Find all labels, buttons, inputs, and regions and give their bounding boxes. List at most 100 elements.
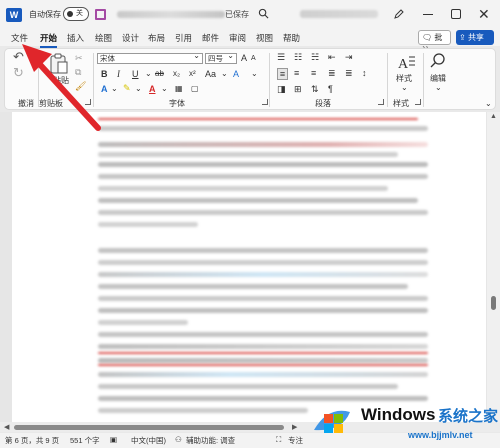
proofing-icon[interactable]: ▣: [110, 435, 117, 444]
font-color-button[interactable]: A: [149, 84, 156, 94]
copy-icon[interactable]: ⧉: [75, 67, 81, 77]
word-count[interactable]: 551 个字: [70, 435, 100, 446]
scroll-left-icon[interactable]: ◀: [4, 423, 9, 431]
paragraph-launcher-icon[interactable]: [378, 99, 384, 105]
strikethrough-button[interactable]: ab: [155, 69, 164, 79]
shading-icon[interactable]: ◨: [277, 84, 286, 94]
shrink-font-icon[interactable]: A: [251, 54, 256, 64]
text-line: [98, 152, 398, 157]
text-line: [98, 174, 428, 179]
tab-help[interactable]: 帮助: [283, 32, 300, 44]
numbering-icon[interactable]: ☷: [294, 52, 302, 62]
dropdown-chevron-icon[interactable]: ⌄: [161, 84, 168, 94]
multilevel-list-icon[interactable]: ☵: [311, 52, 319, 62]
clipboard-launcher-icon[interactable]: [85, 99, 91, 105]
text-line: [98, 344, 428, 349]
document-page[interactable]: [12, 112, 486, 422]
pen-icon[interactable]: [393, 8, 405, 20]
grow-font-icon[interactable]: A: [241, 53, 247, 63]
justify-icon[interactable]: ≣: [328, 68, 336, 78]
text-effects-button[interactable]: A: [101, 84, 108, 94]
tab-review[interactable]: 审阅: [229, 32, 246, 44]
tab-references[interactable]: 引用: [175, 32, 192, 44]
sort-icon[interactable]: ⇅: [311, 84, 319, 94]
undo-icon[interactable]: ↶: [13, 50, 24, 63]
text-line: [98, 198, 418, 203]
vertical-scroll-thumb[interactable]: [491, 296, 496, 310]
italic-button[interactable]: I: [117, 69, 120, 79]
maximize-icon[interactable]: [451, 9, 461, 19]
character-border-icon[interactable]: ▢: [191, 84, 199, 94]
dropdown-chevron-icon[interactable]: ⌄: [135, 84, 142, 94]
subscript-button[interactable]: x₂: [173, 69, 180, 79]
styles-icon[interactable]: A: [396, 53, 416, 73]
cut-icon[interactable]: ✂: [75, 53, 83, 63]
text-line: [98, 248, 428, 253]
clear-format-icon[interactable]: A: [233, 69, 239, 79]
text-line: [98, 372, 428, 377]
focus-mode[interactable]: 专注: [288, 435, 303, 446]
dropdown-chevron-icon[interactable]: ⌄: [221, 69, 228, 79]
text-line: [98, 384, 398, 389]
align-right-icon[interactable]: ≡: [311, 68, 316, 78]
tab-view[interactable]: 视图: [256, 32, 273, 44]
tab-file[interactable]: 文件: [11, 32, 28, 44]
tab-mailings[interactable]: 邮件: [202, 32, 219, 44]
align-left-icon[interactable]: ≡: [277, 68, 288, 80]
tab-insert[interactable]: 插入: [67, 32, 84, 44]
svg-text:A: A: [398, 57, 409, 72]
font-launcher-icon[interactable]: [262, 99, 268, 105]
accessibility-status[interactable]: 辅助功能: 调查: [186, 435, 235, 446]
dropdown-chevron-icon[interactable]: ⌄: [435, 83, 442, 93]
superscript-button[interactable]: x²: [189, 69, 196, 79]
dropdown-chevron-icon[interactable]: ⌄: [401, 83, 408, 93]
font-size-select[interactable]: 四号: [205, 51, 237, 64]
styles-launcher-icon[interactable]: [415, 99, 421, 105]
comment-button[interactable]: 🗨 批注: [418, 30, 451, 55]
page-count[interactable]: 第 6 页，共 9 页: [5, 435, 59, 446]
clipboard-group-label: 剪贴板: [39, 99, 63, 108]
tab-home[interactable]: 开始: [40, 32, 58, 48]
close-icon[interactable]: ✕: [478, 6, 490, 23]
underline-button[interactable]: U: [132, 69, 139, 79]
dropdown-chevron-icon[interactable]: ⌄: [145, 69, 152, 79]
line-spacing-icon[interactable]: ↕: [362, 68, 367, 78]
find-icon[interactable]: [429, 52, 447, 70]
bold-button[interactable]: B: [101, 69, 108, 79]
tab-layout[interactable]: 布局: [148, 32, 165, 44]
autosave-toggle[interactable]: 关: [63, 7, 89, 21]
account-name[interactable]: [300, 10, 378, 18]
format-painter-icon[interactable]: 🖌: [75, 81, 86, 91]
language-status[interactable]: 中文(中国): [131, 435, 166, 446]
font-name-select[interactable]: 宋体: [97, 51, 203, 64]
highlight-icon[interactable]: ✎: [123, 83, 131, 93]
change-case-icon[interactable]: Aa: [205, 69, 216, 79]
ribbon-divider: [387, 53, 388, 107]
redo-icon[interactable]: ↻: [13, 66, 24, 79]
tab-draw[interactable]: 绘图: [95, 32, 112, 44]
character-shading-icon[interactable]: ▦: [175, 84, 183, 94]
save-icon[interactable]: [95, 9, 106, 20]
align-center-icon[interactable]: ≡: [294, 68, 299, 78]
scroll-right-icon[interactable]: ▶: [292, 423, 297, 431]
search-icon[interactable]: [258, 8, 269, 19]
distributed-icon[interactable]: ≣: [345, 68, 353, 78]
borders-icon[interactable]: ⊞: [294, 84, 302, 94]
dropdown-chevron-icon[interactable]: ⌄: [111, 84, 118, 94]
show-marks-icon[interactable]: ¶: [328, 84, 333, 94]
watermark-brand: Windows: [361, 405, 436, 424]
tab-design[interactable]: 设计: [122, 32, 139, 44]
decrease-indent-icon[interactable]: ⇤: [328, 52, 336, 62]
collapse-ribbon-icon[interactable]: ⌄: [485, 99, 492, 109]
scroll-up-icon[interactable]: ▲: [490, 113, 497, 120]
minimize-icon[interactable]: [423, 14, 433, 15]
text-line: [98, 186, 388, 191]
dropdown-chevron-icon[interactable]: ⌄: [251, 69, 258, 79]
share-button[interactable]: ⇪ 共享: [456, 30, 494, 45]
horizontal-scroll-thumb[interactable]: [14, 425, 284, 430]
ribbon-divider: [269, 53, 270, 107]
bullets-icon[interactable]: ☰: [277, 52, 285, 62]
paste-icon[interactable]: [49, 53, 69, 75]
vertical-scrollbar[interactable]: [487, 112, 500, 422]
increase-indent-icon[interactable]: ⇥: [345, 52, 353, 62]
